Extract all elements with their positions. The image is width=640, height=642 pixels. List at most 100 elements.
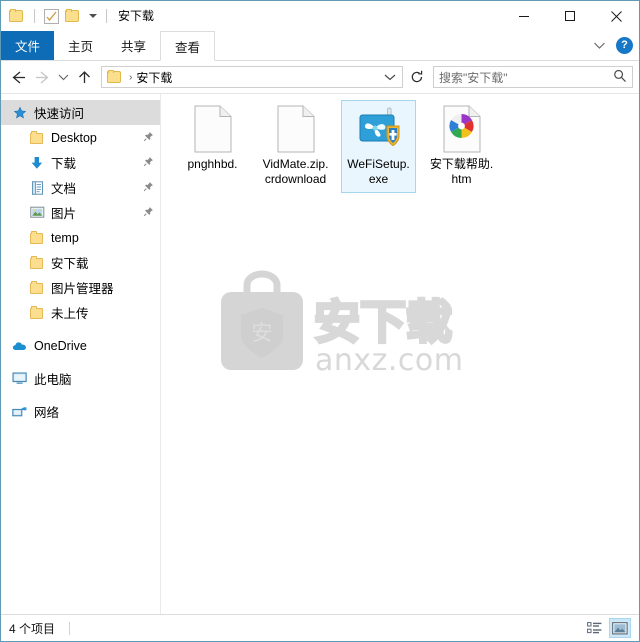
search-icon[interactable] (613, 69, 627, 86)
sidebar-item-quick-access[interactable]: 快速访问 (1, 100, 160, 125)
sidebar-label: 文档 (51, 182, 77, 196)
sidebar-label: temp (51, 230, 79, 245)
toolbar-divider (34, 9, 35, 23)
status-divider (69, 621, 71, 635)
chevron-down-icon-ribbon[interactable] (593, 39, 606, 53)
help-icon[interactable]: ? (616, 37, 633, 54)
view-toggle-group (583, 618, 631, 638)
sidebar-label: 网络 (34, 406, 60, 420)
forward-button[interactable] (31, 65, 53, 89)
watermark-domain: anxz.com (315, 343, 461, 378)
sidebar-label: Desktop (51, 130, 97, 145)
file-name: pnghhbd. (187, 157, 238, 171)
quick-access-toolbar (9, 8, 110, 24)
window-controls (501, 1, 639, 31)
folder-icon (28, 281, 46, 294)
address-path-box[interactable]: › 安下载 (101, 66, 403, 88)
search-input[interactable]: 搜索"安下载" (439, 69, 613, 86)
ribbon-tab-bar: 文件 主页 共享 查看 ? (1, 31, 639, 61)
window-title: 安下载 (118, 9, 155, 23)
chevron-down-icon[interactable] (89, 14, 97, 18)
large-icons-view-button[interactable] (609, 618, 631, 638)
file-name: VidMate.zip.crdownload (262, 157, 329, 186)
address-bar: › 安下载 搜索"安下载" (1, 61, 639, 93)
sidebar-item-pictures[interactable]: 图片 (1, 200, 160, 225)
file-explorer-window: 安下载 文件 主页 共享 查看 ? › 安下载 搜索"安下载" 快速访问 Des… (0, 0, 640, 642)
ribbon-right-controls: ? (593, 31, 633, 60)
details-view-button[interactable] (583, 618, 605, 638)
sidebar-item-downloads[interactable]: 下载 (1, 150, 160, 175)
sidebar-label: 下载 (51, 157, 77, 171)
title-bar: 安下载 (1, 1, 639, 31)
breadcrumb-separator: › (129, 71, 133, 83)
sidebar-item-not-uploaded[interactable]: 未上传 (1, 300, 160, 325)
item-count-label: 4 个项目 (9, 621, 56, 636)
maximize-button[interactable] (547, 1, 593, 31)
watermark-shield-char: 安 (252, 321, 273, 345)
watermark-brand: 安下载 (314, 295, 452, 349)
back-button[interactable] (7, 65, 29, 89)
watermark-logo: 安 安下载 anxz.com (211, 270, 463, 380)
cloud-icon (11, 340, 29, 352)
sidebar-item-picture-manager[interactable]: 图片管理器 (1, 275, 160, 300)
breadcrumb-current[interactable]: 安下载 (136, 69, 172, 86)
blank-file-icon (272, 105, 320, 153)
status-bar: 4 个项目 (1, 614, 639, 641)
documents-icon (28, 180, 46, 195)
close-button[interactable] (593, 1, 639, 31)
recent-locations-button[interactable] (55, 65, 71, 89)
pin-icon[interactable] (143, 131, 154, 145)
pin-icon[interactable] (143, 206, 154, 220)
tab-view[interactable]: 查看 (160, 31, 216, 61)
sidebar-label: 未上传 (51, 307, 89, 321)
star-icon (11, 106, 29, 120)
wefi-app-icon (355, 105, 403, 153)
navigation-pane[interactable]: 快速访问 Desktop 下载 文档 图片 temp 安下载 图片管理器 未上传… (1, 94, 161, 614)
sidebar-item-anxiazai[interactable]: 安下载 (1, 250, 160, 275)
file-item[interactable]: VidMate.zip.crdownload (258, 100, 333, 193)
sidebar-label: 快速访问 (34, 107, 85, 121)
toolbar-divider-2 (106, 9, 107, 23)
computer-icon (11, 372, 29, 385)
sidebar-label: 图片管理器 (51, 282, 114, 296)
file-item[interactable]: pnghhbd. (175, 100, 250, 193)
folder-icon (28, 131, 46, 144)
tab-share[interactable]: 共享 (107, 31, 160, 60)
up-button[interactable] (73, 65, 95, 89)
network-icon (11, 405, 29, 418)
properties-icon[interactable] (44, 8, 59, 24)
breadcrumb-folder-icon[interactable] (107, 70, 123, 84)
minimize-button[interactable] (501, 1, 547, 31)
pictures-icon (28, 206, 46, 219)
file-list-pane[interactable]: pnghhbd. VidMate.zip.crdownload WeFiSetu… (161, 94, 639, 614)
folder-icon (28, 231, 46, 244)
address-chevron-down-icon[interactable] (384, 70, 398, 84)
tab-file[interactable]: 文件 (1, 31, 55, 60)
sidebar-label: OneDrive (34, 338, 87, 353)
sidebar-label: 安下载 (51, 257, 89, 271)
explorer-icon[interactable] (9, 9, 25, 23)
file-name: 安下载帮助.htm (429, 157, 494, 186)
download-icon (28, 156, 46, 170)
pin-icon[interactable] (143, 181, 154, 195)
file-item-selected[interactable]: WeFiSetup.exe (341, 100, 416, 193)
blank-file-icon (189, 105, 237, 153)
items-grid: pnghhbd. VidMate.zip.crdownload WeFiSetu… (171, 100, 639, 199)
folder-icon (28, 306, 46, 319)
sidebar-item-desktop[interactable]: Desktop (1, 125, 160, 150)
sidebar-item-onedrive[interactable]: OneDrive (1, 333, 160, 358)
sidebar-item-temp[interactable]: temp (1, 225, 160, 250)
new-folder-icon[interactable] (65, 9, 81, 23)
pin-icon[interactable] (143, 156, 154, 170)
refresh-button[interactable] (405, 65, 429, 89)
file-name: WeFiSetup.exe (347, 157, 410, 186)
sidebar-item-this-pc[interactable]: 此电脑 (1, 366, 160, 391)
search-box[interactable]: 搜索"安下载" (433, 66, 633, 88)
sidebar-item-network[interactable]: 网络 (1, 399, 160, 424)
folder-icon (28, 256, 46, 269)
sidebar-item-documents[interactable]: 文档 (1, 175, 160, 200)
tab-home[interactable]: 主页 (54, 31, 107, 60)
html-pinwheel-icon (438, 105, 486, 153)
file-item[interactable]: 安下载帮助.htm (424, 100, 499, 193)
sidebar-label: 此电脑 (34, 373, 72, 387)
